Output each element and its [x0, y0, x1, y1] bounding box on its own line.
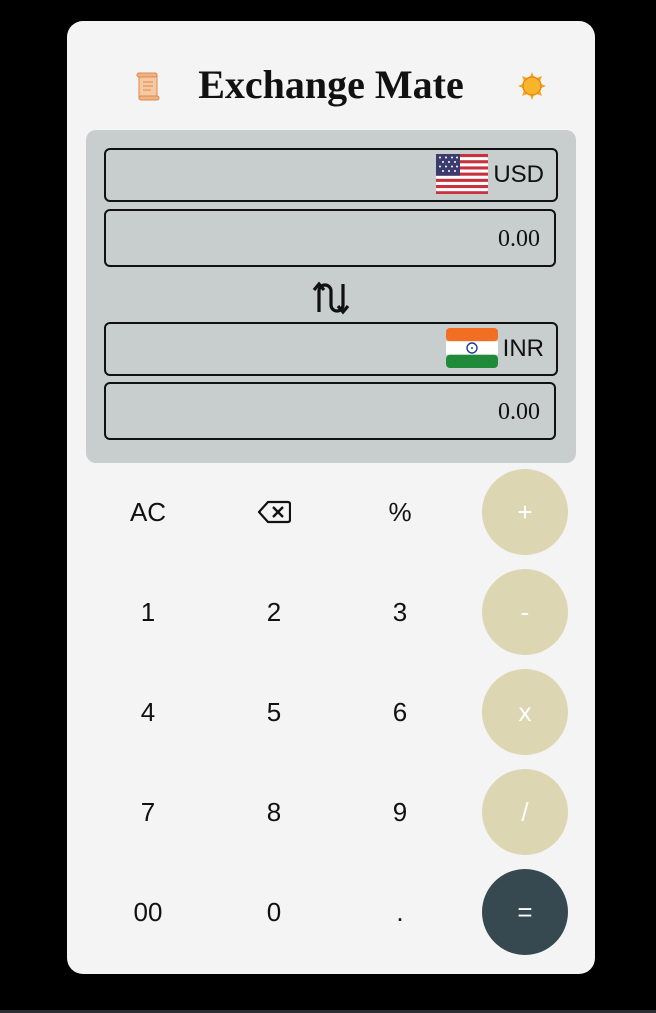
- digit-7-button[interactable]: 7: [105, 769, 191, 855]
- sun-icon: [518, 72, 546, 100]
- to-currency-code: INR: [502, 335, 544, 362]
- us-flag-icon: [436, 154, 488, 194]
- backspace-icon: [257, 500, 291, 524]
- percent-button[interactable]: %: [357, 469, 443, 555]
- add-button[interactable]: +: [482, 469, 568, 555]
- backspace-button[interactable]: [231, 469, 317, 555]
- digit-3-button[interactable]: 3: [357, 569, 443, 655]
- equals-button[interactable]: =: [482, 869, 568, 955]
- digit-6-button[interactable]: 6: [357, 669, 443, 755]
- to-currency-select[interactable]: INR: [104, 322, 558, 376]
- digit-2-button[interactable]: 2: [231, 569, 317, 655]
- clear-button[interactable]: AC: [105, 469, 191, 555]
- converter-panel: USD 0.00 INR 0.00: [86, 130, 576, 463]
- from-currency-code: USD: [493, 161, 544, 188]
- subtract-button[interactable]: -: [482, 569, 568, 655]
- to-amount-field[interactable]: 0.00: [104, 382, 556, 440]
- digit-1-button[interactable]: 1: [105, 569, 191, 655]
- india-flag-icon: [446, 328, 498, 368]
- swap-arrows-icon: [312, 281, 350, 315]
- digit-9-button[interactable]: 9: [357, 769, 443, 855]
- decimal-button[interactable]: .: [357, 869, 443, 955]
- app-header: Exchange Mate: [67, 61, 595, 109]
- from-currency-select[interactable]: USD: [104, 148, 558, 202]
- digit-8-button[interactable]: 8: [231, 769, 317, 855]
- calculator-card: Exchange Mate USD 0.00 INR 0.00 AC % + 1…: [67, 21, 595, 974]
- divide-button[interactable]: /: [482, 769, 568, 855]
- digit-4-button[interactable]: 4: [105, 669, 191, 755]
- double-zero-button[interactable]: 00: [105, 869, 191, 955]
- digit-0-button[interactable]: 0: [231, 869, 317, 955]
- theme-toggle-button[interactable]: [517, 71, 547, 101]
- multiply-button[interactable]: x: [482, 669, 568, 755]
- swap-currencies-button[interactable]: [311, 278, 351, 318]
- digit-5-button[interactable]: 5: [231, 669, 317, 755]
- app-title: Exchange Mate: [198, 62, 464, 107]
- from-amount-field[interactable]: 0.00: [104, 209, 556, 267]
